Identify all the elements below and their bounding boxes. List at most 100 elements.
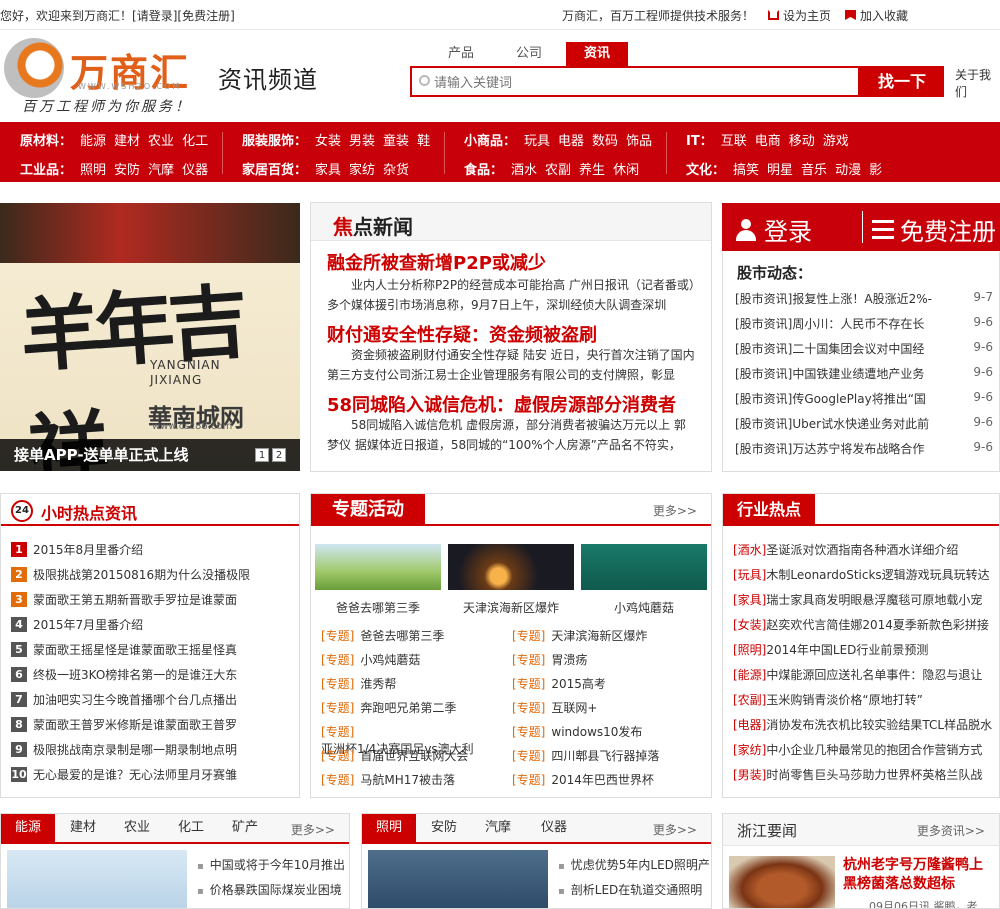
register-button[interactable]: 免费注册 [872,212,996,247]
tab-agriculture[interactable]: 农业 [113,814,161,842]
nav-link[interactable]: 家纺 [349,159,375,178]
login-button[interactable]: 登录 [736,212,812,247]
nav-link[interactable]: 酒水 [511,159,537,178]
more-link[interactable]: 更多>> [653,821,697,838]
list-item[interactable]: 8 蒙面歌王普罗米修斯是谁蒙面歌王普罗 [11,716,237,733]
search-tab-news[interactable]: 资讯 [566,42,628,66]
list-item[interactable]: [股市资讯]报复性上涨！A股涨近2%- 9-7 [735,290,997,308]
nav-link[interactable]: 养生 [579,159,605,178]
topic-link[interactable]: [专题] 奔跑吧兄弟第二季 [321,699,456,716]
list-item[interactable]: [酒水]圣诞派对饮酒指南各种酒水详细介绍 [733,541,997,559]
news-headline[interactable]: 杭州老字号万隆酱鸭上黑榜菌落总数超标 [843,856,993,894]
list-item[interactable]: 7 加油吧实习生今晚首播哪个台几点播出 [11,691,237,708]
more-link[interactable]: 更多>> [291,821,335,838]
list-item[interactable]: 5 蒙面歌王摇星怪是谁蒙面歌王摇星怪真 [11,641,237,658]
nav-link[interactable]: 化工 [182,130,208,149]
topic-link[interactable]: [专题] 互联网+ [512,699,597,716]
list-item[interactable]: 4 2015年7月里番介绍 [11,616,143,633]
thumbnail-caption[interactable]: 小鸡炖蘑菇 [581,599,707,616]
nav-link[interactable]: 鞋 [417,130,430,149]
logo-mark[interactable] [4,38,64,98]
register-link[interactable]: [免费注册] [177,9,234,23]
nav-link[interactable]: 建材 [114,130,140,149]
banner-page-1[interactable]: 1 [255,448,269,462]
topic-link[interactable]: [专题] 四川郫县飞行器掉落 [512,747,659,764]
list-item[interactable]: 中国或将于今年10月推出 [197,856,345,873]
more-link[interactable]: 更多>> [653,502,697,519]
list-item[interactable]: 2 极限挑战第20150816期为什么没播极限 [11,566,250,583]
list-item[interactable]: [家具]瑞士家具商发明眼悬浮魔毯可原地载小宠 [733,591,997,609]
list-item[interactable]: 10 无心最爱的是谁？无心法师里月牙赛雏 [11,766,237,783]
list-item[interactable]: 6 终极一班3KO榜排名第一的是谁汪大东 [11,666,237,683]
tab-chemical[interactable]: 化工 [167,814,215,842]
nav-link[interactable]: 仪器 [182,159,208,178]
topic-link[interactable]: [专题] 小鸡炖蘑菇 [321,651,420,668]
topic-thumbnail[interactable] [315,544,441,590]
news-image[interactable] [729,856,835,908]
nav-link[interactable]: 家具 [315,159,341,178]
nav-link[interactable]: 移动 [789,130,815,149]
nav-link[interactable]: 游戏 [823,130,849,149]
nav-link[interactable]: 童装 [383,130,409,149]
nav-link[interactable]: 女装 [315,130,341,149]
nav-link[interactable]: 数码 [592,130,618,149]
topic-link[interactable]: [专题] 2015高考 [512,675,606,692]
topic-link[interactable]: [专题] 首届世界互联网大会 [321,747,468,764]
nav-link[interactable]: 动漫 [835,159,861,178]
nav-link[interactable]: 农业 [148,130,174,149]
list-item[interactable]: 9 极限挑战南京录制是哪一期录制地点明 [11,741,237,758]
topic-link[interactable]: [专题] windows10发布 [512,723,642,740]
add-fav-link[interactable]: 加入收藏 [844,7,908,24]
list-item[interactable]: [股市资讯]周小川：人民币不存在长 9-6 [735,315,997,333]
nav-link[interactable]: 汽摩 [148,159,174,178]
nav-link[interactable]: 农副 [545,159,571,178]
tab-security[interactable]: 安防 [418,814,470,842]
login-link[interactable]: [请登录] [132,9,177,23]
nav-link[interactable]: 电器 [558,130,584,149]
list-item[interactable]: [农副]玉米购销青淡价格“原地打转” [733,691,997,709]
nav-link[interactable]: 搞笑 [733,159,759,178]
nav-link[interactable]: 电商 [755,130,781,149]
news-image[interactable] [368,850,548,908]
tab-energy[interactable]: 能源 [1,814,55,842]
list-item[interactable]: [男装]时尚零售巨头马莎助力世界杯英格兰队战 [733,766,997,784]
tab-auto[interactable]: 汽摩 [472,814,524,842]
list-item[interactable]: [股市资讯]万达苏宁将发布战略合作 9-6 [735,440,997,458]
topic-thumbnail[interactable] [581,544,707,590]
about-link[interactable]: 关于我们 [955,66,1000,100]
news-image[interactable] [7,850,187,908]
nav-link[interactable]: 饰品 [626,130,652,149]
search-button[interactable]: 找一下 [860,66,944,97]
news-headline[interactable]: 58同城陷入诚信危机：虚假房源部分消费者 [327,391,676,417]
list-item[interactable]: [玩具]木制LeonardoSticks逻辑游戏玩具玩转达 [733,566,997,584]
news-headline[interactable]: 融金所被查新增P2P或减少 [327,249,546,275]
topic-thumbnail[interactable] [448,544,574,590]
nav-link[interactable]: 男装 [349,130,375,149]
topic-link[interactable]: [专题] 淮秀帮 [321,675,396,692]
thumbnail-caption[interactable]: 天津滨海新区爆炸 [448,599,574,616]
topic-link[interactable]: [专题] 2014年巴西世界杯 [512,771,654,788]
topic-link[interactable]: [专题] 胃溃疡 [512,651,587,668]
topic-link[interactable]: [专题] 马航MH17被击落 [321,771,455,788]
tab-mineral[interactable]: 矿产 [221,814,269,842]
nav-link[interactable]: 影 [869,159,882,178]
list-item[interactable]: [照明]2014年中国LED行业前景预测 [733,641,997,659]
search-tab-product[interactable]: 产品 [430,42,492,66]
search-tab-company[interactable]: 公司 [498,42,560,66]
list-item[interactable]: 3 蒙面歌王第五期新晋歌手罗拉是谁蒙面 [11,591,237,608]
list-item[interactable]: 1 2015年8月里番介绍 [11,541,143,558]
news-headline[interactable]: 财付通安全性存疑：资金频被盗刷 [327,321,597,347]
nav-link[interactable]: 能源 [80,130,106,149]
tab-building[interactable]: 建材 [59,814,107,842]
list-item[interactable]: [股市资讯]中国铁建业绩遭地产业务 9-6 [735,365,997,383]
more-link[interactable]: 更多资讯>> [917,822,985,839]
topic-link[interactable]: [专题] 爸爸去哪第三季 [321,627,444,644]
list-item[interactable]: [股市资讯]二十国集团会议对中国经 9-6 [735,340,997,358]
list-item[interactable]: [股市资讯]传GooglePlay将推出“国 9-6 [735,390,997,408]
nav-link[interactable]: 玩具 [524,130,550,149]
list-item[interactable]: [股市资讯]Uber试水快递业务对此前 9-6 [735,415,997,433]
nav-link[interactable]: 杂货 [383,159,409,178]
list-item[interactable]: [电器]消协发布洗衣机比较实验结果TCL样品脱水 [733,716,997,734]
list-item[interactable]: [女装]赵奕欢代言简佳娜2014夏季新款色彩拼接 [733,616,997,634]
nav-link[interactable]: 互联 [721,130,747,149]
